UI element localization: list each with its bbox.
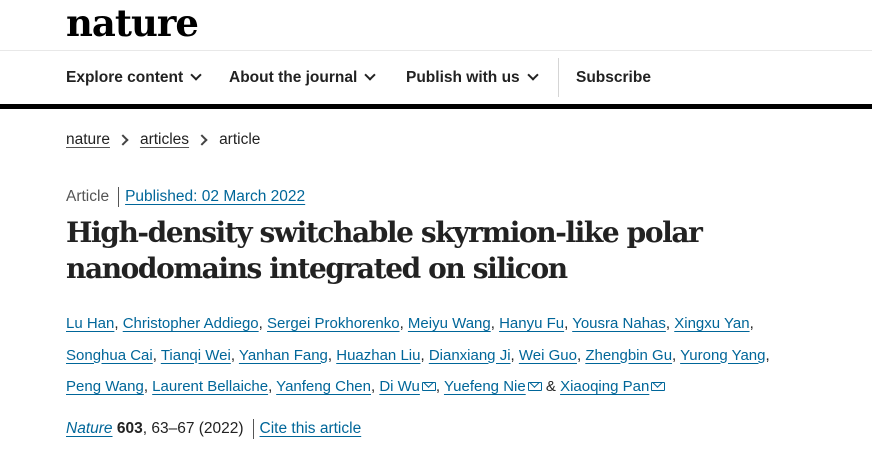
- meta-divider: [118, 187, 120, 207]
- mail-icon[interactable]: [421, 382, 436, 391]
- mail-icon[interactable]: [527, 382, 542, 391]
- author-link[interactable]: Yousra Nahas: [572, 315, 666, 332]
- published-date-link[interactable]: Published: 02 March 2022: [125, 188, 305, 206]
- author-link[interactable]: Zhengbin Gu: [585, 347, 672, 364]
- chevron-down-icon: [527, 69, 539, 81]
- nav-explore-content[interactable]: Explore content: [66, 51, 202, 104]
- mail-icon[interactable]: [651, 382, 666, 391]
- author-link[interactable]: Di Wu: [379, 378, 420, 395]
- volume-number: 603: [116, 420, 143, 437]
- chevron-right-icon: [196, 134, 208, 146]
- author-link[interactable]: Laurent Bellaiche: [152, 378, 268, 395]
- breadcrumb: nature articles article: [66, 131, 260, 149]
- nav-item-label: Publish with us: [406, 68, 520, 86]
- author-link[interactable]: Xingxu Yan: [674, 315, 749, 332]
- nav-about-journal[interactable]: About the journal: [229, 51, 376, 104]
- chevron-down-icon: [364, 69, 376, 81]
- author-link[interactable]: Yanfeng Chen: [276, 378, 371, 395]
- nav-publish-with-us[interactable]: Publish with us: [406, 51, 539, 104]
- author-list: Lu Han, Christopher Addiego, Sergei Prok…: [66, 315, 770, 395]
- author-link[interactable]: Wei Guo: [519, 347, 577, 364]
- meta-divider: [252, 419, 254, 439]
- author-link[interactable]: Peng Wang: [66, 378, 144, 395]
- author-link[interactable]: Dianxiang Ji: [429, 347, 511, 364]
- citation-line: Nature 603, 63–67 (2022) Cite this artic…: [66, 419, 361, 439]
- cite-this-article-link[interactable]: Cite this article: [260, 420, 362, 438]
- chevron-right-icon: [117, 134, 129, 146]
- article-title: High-density switchable skyrmion-like po…: [66, 216, 703, 285]
- author-link[interactable]: Yanhan Fang: [239, 347, 328, 364]
- author-ampersand: &: [545, 378, 556, 395]
- author-link[interactable]: Tianqi Wei: [161, 347, 231, 364]
- main-nav: Explore content About the journal Publis…: [0, 51, 872, 109]
- author-link[interactable]: Yurong Yang: [680, 347, 765, 364]
- author-link[interactable]: Hanyu Fu: [499, 315, 564, 332]
- journal-link[interactable]: Nature: [66, 420, 113, 438]
- author-link[interactable]: Sergei Prokhorenko: [267, 315, 400, 332]
- article-meta: Article Published: 02 March 2022: [66, 187, 305, 207]
- breadcrumb-articles[interactable]: articles: [140, 131, 189, 149]
- nav-item-label: About the journal: [229, 68, 358, 86]
- chevron-down-icon: [190, 69, 202, 81]
- author-link[interactable]: Yuefeng Nie: [444, 378, 526, 395]
- author-link[interactable]: Songhua Cai: [66, 347, 153, 364]
- author-link[interactable]: Meiyu Wang: [408, 315, 491, 332]
- author-link[interactable]: Christopher Addiego: [123, 315, 259, 332]
- author-link[interactable]: Lu Han: [66, 315, 114, 332]
- article-type: Article: [66, 188, 110, 205]
- breadcrumb-nature[interactable]: nature: [66, 131, 110, 149]
- nav-divider: [558, 58, 559, 97]
- page-range: , 63–67 (2022): [142, 420, 244, 437]
- nature-logo[interactable]: nature: [66, 1, 199, 45]
- author-link[interactable]: Huazhan Liu: [336, 347, 420, 364]
- breadcrumb-current: article: [219, 131, 261, 148]
- author-link[interactable]: Xiaoqing Pan: [560, 378, 649, 395]
- site-header: nature: [0, 0, 872, 51]
- subscribe-link[interactable]: Subscribe: [576, 51, 651, 104]
- nav-item-label: Explore content: [66, 68, 184, 86]
